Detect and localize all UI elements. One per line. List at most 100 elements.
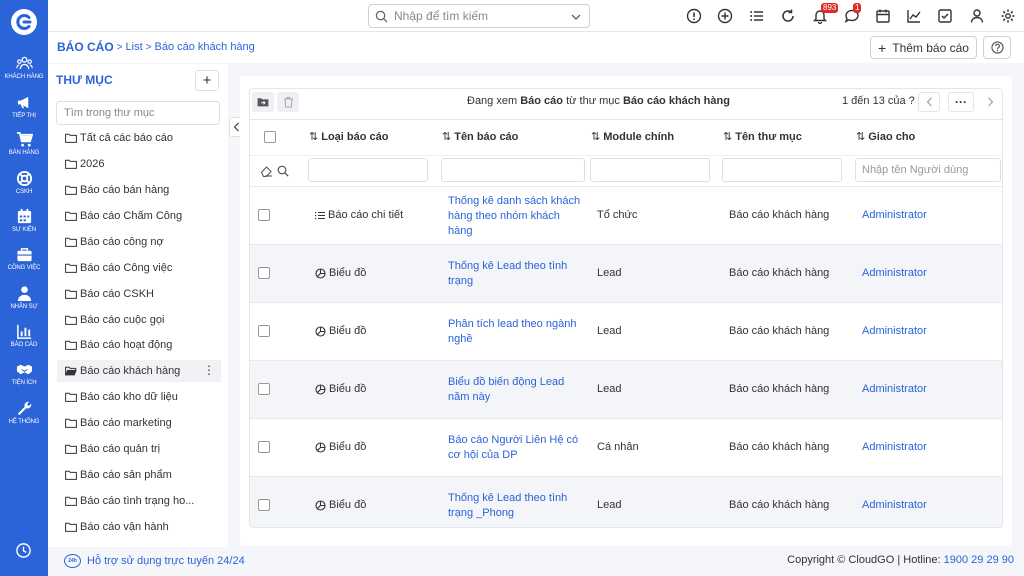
sidebar-item-cskh[interactable]: CSKH [0, 170, 48, 195]
folder-item[interactable]: 2026 [57, 153, 221, 175]
row-checkbox[interactable] [258, 383, 270, 395]
folder-item[interactable]: Tất cả các báo cáo [57, 127, 221, 149]
more-options-button[interactable]: ··· [948, 92, 974, 112]
select-all-checkbox[interactable] [264, 131, 276, 143]
column-header-assignee[interactable]: ⇅ Giao cho [856, 130, 915, 144]
column-header-name[interactable]: ⇅ Tên báo cáo [442, 130, 518, 144]
support-text: Hỗ trợ sử dụng trực tuyến 24/24 [87, 555, 245, 567]
cell-module: Lead [597, 383, 622, 395]
hotline-number[interactable]: 1900 29 29 90 [944, 554, 1014, 566]
table-row[interactable]: Biểu đồ Thống kê Lead theo tình trạng _P… [250, 476, 1002, 527]
sidebar-item-cong-viec[interactable]: CÔNG VIỆC [0, 246, 48, 271]
assignee-link[interactable]: Administrator [862, 267, 927, 279]
column-header-type[interactable]: ⇅ Loại báo cáo [309, 130, 388, 144]
row-checkbox[interactable] [258, 209, 270, 221]
report-name-link[interactable]: Thống kê danh sách khách hàng theo nhóm … [448, 194, 584, 239]
sidebar-item-khach-hang[interactable]: KHÁCH HÀNG [0, 55, 48, 80]
assignee-link[interactable]: Administrator [862, 499, 927, 511]
sidebar-item-tiep-thi[interactable]: TIẾP THỊ [0, 94, 48, 119]
filter-folder-input[interactable] [722, 158, 842, 182]
assignee-link[interactable]: Administrator [862, 383, 927, 395]
folder-item[interactable]: Báo cáo quản trị [57, 438, 221, 460]
list-icon[interactable] [749, 8, 765, 24]
clock-icon[interactable] [15, 542, 32, 559]
row-checkbox[interactable] [258, 325, 270, 337]
gear-icon[interactable] [1000, 8, 1016, 24]
folder-item[interactable]: Báo cáo tình trạng ho... [57, 490, 221, 512]
notification-bell-icon[interactable]: 893 [812, 3, 839, 24]
filter-assignee-input[interactable] [855, 158, 1001, 182]
sidebar-item-tien-ich[interactable]: TIỆN ÍCH [0, 361, 48, 386]
folder-item[interactable]: Báo cáo kho dữ liệu [57, 386, 221, 408]
sidebar-item-bao-cao[interactable]: BÁO CÁO [0, 323, 48, 348]
add-circle-icon[interactable] [717, 8, 733, 24]
folder-item[interactable]: Báo cáo Chấm Công [57, 205, 221, 227]
briefcase-icon [16, 248, 32, 262]
cloudgo-logo-icon[interactable] [11, 9, 37, 35]
table-row[interactable]: Biểu đồ Báo cáo Người Liên Hệ có cơ hội … [250, 418, 1002, 476]
info-icon[interactable] [686, 8, 702, 24]
folder-search-input[interactable] [56, 101, 220, 125]
table-row[interactable]: Báo cáo chi tiết Thống kê danh sách khác… [250, 186, 1002, 244]
breadcrumb-list[interactable]: List [126, 41, 143, 53]
chart-line-icon[interactable] [906, 8, 922, 24]
row-checkbox[interactable] [258, 267, 270, 279]
refresh-icon[interactable] [780, 8, 796, 24]
folder-item[interactable]: Báo cáo CSKH [57, 283, 221, 305]
eraser-icon[interactable] [260, 165, 273, 177]
breadcrumb-current[interactable]: Báo cáo khách hàng [154, 41, 254, 53]
column-header-module[interactable]: ⇅ Module chính [591, 130, 674, 144]
filter-type-input[interactable] [308, 158, 428, 182]
global-search-input[interactable]: Nhập để tìm kiếm [368, 4, 590, 28]
assignee-link[interactable]: Administrator [862, 209, 927, 221]
table-row[interactable]: Biểu đồ Biểu đồ biến động Lead năm này L… [250, 360, 1002, 418]
list-icon [315, 211, 325, 219]
folder-item[interactable]: Báo cáo Công việc [57, 257, 221, 279]
report-name-link[interactable]: Báo cáo Người Liên Hệ có cơ hội của DP [448, 433, 584, 463]
delete-button[interactable] [277, 92, 299, 112]
sidebar-item-ban-hang[interactable]: BÁN HÀNG [0, 131, 48, 156]
breadcrumb-root[interactable]: BÁO CÁO [57, 40, 114, 54]
folder-item[interactable]: Báo cáo sản phẩm [57, 464, 221, 486]
filter-name-input[interactable] [441, 158, 585, 182]
calendar-icon[interactable] [875, 8, 891, 24]
sidebar-item-su-kien[interactable]: SỰ KIỆN [0, 208, 48, 233]
folder-label: Báo cáo CSKH [80, 288, 154, 300]
chevron-down-icon[interactable] [571, 13, 581, 21]
folder-item[interactable]: Báo cáo marketing [57, 412, 221, 434]
table-row[interactable]: Biểu đồ Phân tích lead theo ngành nghề L… [250, 302, 1002, 360]
report-name-link[interactable]: Thống kê Lead theo tình trạng [448, 259, 584, 289]
folder-item[interactable]: Báo cáo vận hành [57, 516, 221, 538]
column-header-folder[interactable]: ⇅ Tên thư mục [723, 130, 802, 144]
help-button[interactable] [983, 36, 1011, 59]
assignee-link[interactable]: Administrator [862, 441, 927, 453]
folder-item[interactable]: Báo cáo cuộc gọi [57, 309, 221, 331]
task-check-icon[interactable] [937, 8, 953, 24]
next-page-button[interactable] [980, 92, 1000, 112]
row-checkbox[interactable] [258, 499, 270, 511]
more-vertical-icon[interactable]: ⋮ [203, 364, 215, 376]
sidebar-item-he-thong[interactable]: HỆ THỐNG [0, 400, 48, 425]
filter-module-input[interactable] [590, 158, 710, 182]
support-link[interactable]: 24h Hỗ trợ sử dụng trực tuyến 24/24 [64, 554, 245, 568]
user-icon[interactable] [969, 8, 985, 24]
report-name-link[interactable]: Phân tích lead theo ngành nghề [448, 317, 584, 347]
report-name-link[interactable]: Biểu đồ biến động Lead năm này [448, 375, 584, 405]
search-icon[interactable] [277, 165, 289, 177]
sidebar-item-nhan-su[interactable]: NHÂN SỰ [0, 285, 48, 310]
viewing-info: Đang xem Báo cáo từ thư mục Báo cáo khác… [467, 95, 730, 107]
chat-icon[interactable]: 1 [844, 3, 862, 24]
sidebar-item-label: SỰ KIỆN [11, 227, 37, 233]
folder-item-active[interactable]: Báo cáo khách hàng ⋮ [57, 360, 221, 382]
table-row[interactable]: Biểu đồ Thống kê Lead theo tình trạng Le… [250, 244, 1002, 302]
add-folder-button[interactable]: + [195, 70, 219, 91]
row-checkbox[interactable] [258, 441, 270, 453]
folder-item[interactable]: Báo cáo hoạt động [57, 334, 221, 356]
move-folder-button[interactable] [252, 92, 274, 112]
add-report-button[interactable]: + Thêm báo cáo [870, 36, 977, 59]
folder-item[interactable]: Báo cáo công nợ [57, 231, 221, 253]
prev-page-button[interactable] [918, 92, 940, 112]
report-name-link[interactable]: Thống kê Lead theo tình trạng _Phong [448, 491, 584, 521]
folder-item[interactable]: Báo cáo bán hàng [57, 179, 221, 201]
assignee-link[interactable]: Administrator [862, 325, 927, 337]
